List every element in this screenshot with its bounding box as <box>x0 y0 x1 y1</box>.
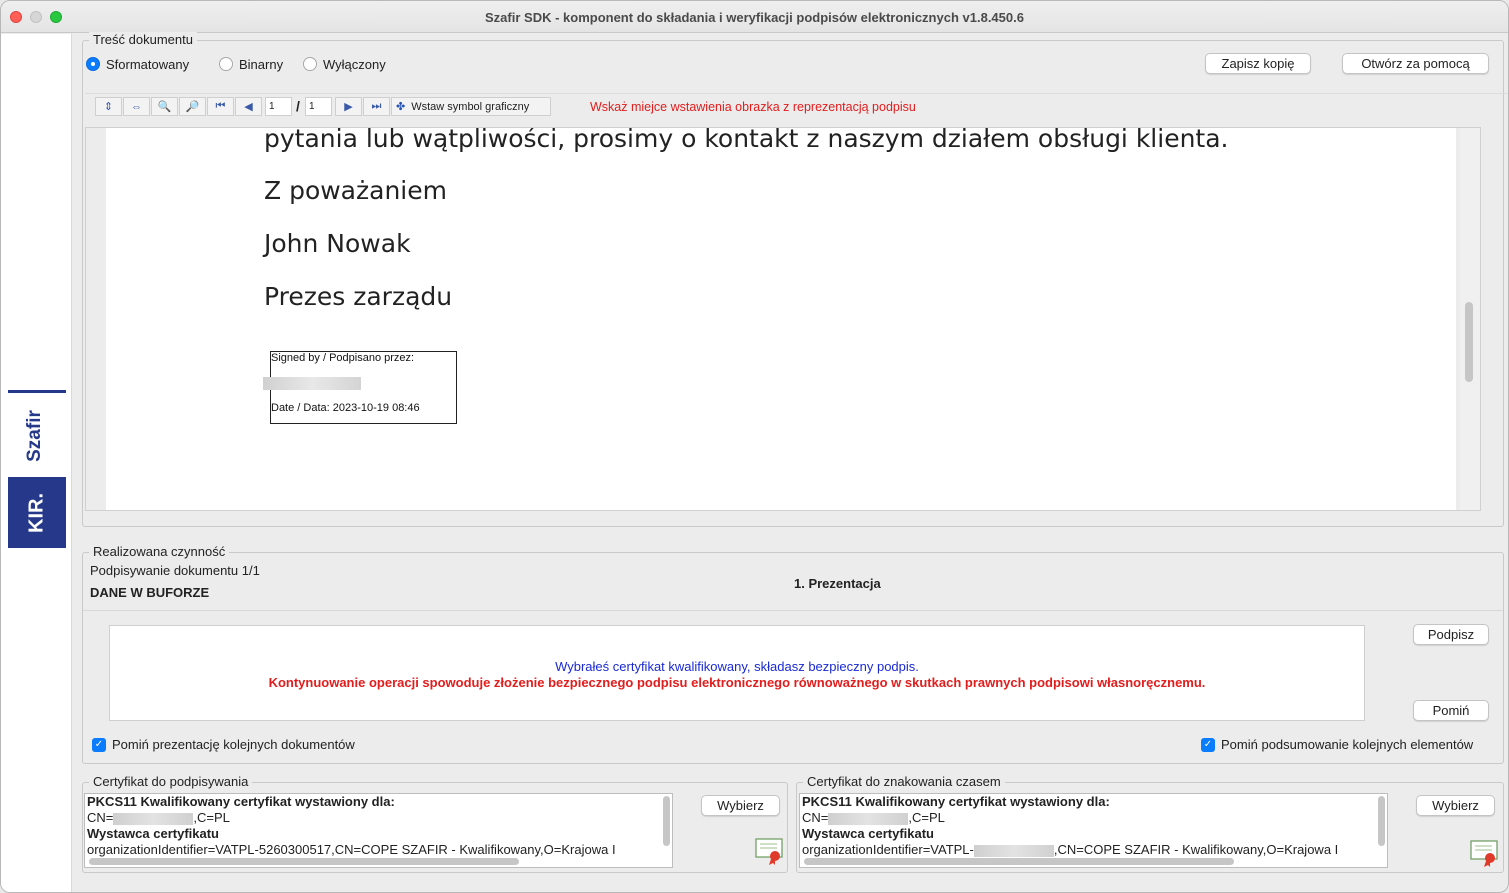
certificate-icon <box>755 838 783 865</box>
fit-height-icon[interactable]: ⇕ <box>95 97 122 116</box>
redacted-cn <box>113 812 194 825</box>
app-window: Szafir SDK - komponent do składania i we… <box>0 0 1509 893</box>
radio-selected-icon <box>86 57 100 71</box>
operation-label: Podpisywanie dokumentu 1/1 <box>90 563 260 578</box>
mode-binary-radio[interactable]: Binarny <box>219 56 283 72</box>
signature-signed-by: Signed by / Podpisano przez: <box>271 352 415 364</box>
total-pages-field: 1 <box>305 97 332 116</box>
first-page-icon[interactable]: ⏮ <box>207 97 234 116</box>
szafir-logo: Szafir <box>24 410 45 462</box>
page-separator: / <box>296 98 300 114</box>
mode-disabled-radio[interactable]: Wyłączony <box>303 56 386 72</box>
previous-page-icon[interactable]: ◀ <box>235 97 262 116</box>
document-toolbar: ⇕ ⇔ 🔍 🔎 ⏮ ◀ 1 / 1 ▶ ⏭ ✤ Wstaw symbol gra… <box>85 93 1508 119</box>
document-text-line: Prezes zarządu <box>264 282 453 311</box>
skip-summary-checkbox[interactable]: ✓ Pomiń podsumowanie kolejnych elementów <box>1201 737 1473 752</box>
current-page-input[interactable]: 1 <box>265 97 292 116</box>
checkbox-label: Pomiń podsumowanie kolejnych elementów <box>1221 737 1474 752</box>
operation-group-title: Realizowana czynność <box>89 544 230 559</box>
redacted-cn <box>828 812 909 825</box>
document-scrollbar[interactable] <box>1460 128 1480 510</box>
radio-label: Sformatowany <box>106 56 190 72</box>
redacted-signer <box>263 377 361 390</box>
placement-hint: Wskaż miejce wstawienia obrazka z reprez… <box>590 100 916 114</box>
cert-line: PKCS11 Kwalifikowany certyfikat wystawio… <box>802 794 1110 809</box>
insert-symbol-button[interactable]: ✤ Wstaw symbol graficzny <box>391 97 551 116</box>
mode-formatted-radio[interactable]: Sformatowany <box>86 56 189 72</box>
sidebar: Szafir KIR. <box>1 34 72 892</box>
buffer-label: DANE W BUFORZE <box>90 585 210 600</box>
fit-width-icon[interactable]: ⇔ <box>123 97 150 116</box>
zoom-in-icon[interactable]: 🔎 <box>179 97 206 116</box>
redacted-vat <box>973 844 1054 857</box>
cert-issuer-line: organizationIdentifier=VATPL- ,CN=COPE SZ… <box>802 842 1339 857</box>
info-message: Wybrałeś certyfikat kwalifikowany, skład… <box>555 659 919 674</box>
radio-label: Wyłączony <box>323 56 386 72</box>
scrollbar-thumb[interactable] <box>1465 302 1473 382</box>
radio-icon <box>303 57 317 71</box>
symbol-icon: ✤ <box>396 101 406 113</box>
signing-certificate-title: Certyfikat do podpisywania <box>89 774 253 789</box>
signature-date: Date / Data: 2023-10-19 08:46 <box>271 402 420 414</box>
document-preview[interactable]: pytania lub wątpliwości, prosimy o konta… <box>85 127 1481 511</box>
title-bar: Szafir SDK - komponent do składania i we… <box>1 1 1508 33</box>
kir-logo: KIR. <box>8 477 66 548</box>
cert-issuer-line: organizationIdentifier=VATPL-5260300517,… <box>87 842 616 857</box>
document-group-title: Treść dokumentu <box>89 32 197 47</box>
cert-horizontal-scrollbar[interactable] <box>89 858 519 865</box>
radio-label: Binarny <box>239 56 284 72</box>
divider <box>83 610 1503 611</box>
radio-icon <box>219 57 233 71</box>
cert-vertical-scrollbar[interactable] <box>1378 796 1385 846</box>
document-text-line: pytania lub wątpliwości, prosimy o konta… <box>264 127 1229 153</box>
cert-cn-line: CN= ,C=PL <box>802 810 945 825</box>
last-page-icon[interactable]: ⏭ <box>363 97 390 116</box>
cert-line: PKCS11 Kwalifikowany certyfikat wystawio… <box>87 794 395 809</box>
document-text-line: John Nowak <box>264 229 411 258</box>
skip-presentation-checkbox[interactable]: ✓ Pomiń prezentację kolejnych dokumentów <box>92 737 355 752</box>
timestamp-certificate-list[interactable]: PKCS11 Kwalifikowany certyfikat wystawio… <box>799 793 1388 868</box>
window-title: Szafir SDK - komponent do składania i we… <box>485 10 1024 25</box>
cert-cn-line: CN= ,C=PL <box>87 810 230 825</box>
certificate-icon <box>1470 840 1498 867</box>
checkmark-icon: ✓ <box>1201 737 1215 752</box>
timestamp-certificate-title: Certyfikat do znakowania czasem <box>803 774 1005 789</box>
signing-certificate-list[interactable]: PKCS11 Kwalifikowany certyfikat wystawio… <box>84 793 673 868</box>
save-copy-button[interactable]: Zapisz kopię <box>1205 53 1311 74</box>
insert-symbol-label: Wstaw symbol graficzny <box>411 100 530 113</box>
checkmark-icon: ✓ <box>92 737 106 752</box>
sign-button[interactable]: Podpisz <box>1413 624 1489 645</box>
skip-button[interactable]: Pomiń <box>1413 700 1489 721</box>
logo-divider <box>8 390 66 393</box>
choose-timestamp-cert-button[interactable]: Wybierz <box>1416 795 1495 816</box>
checkbox-label: Pomiń prezentację kolejnych dokumentów <box>112 737 355 752</box>
open-with-button[interactable]: Otwórz za pomocą <box>1342 53 1489 74</box>
warning-message: Kontynuowanie operacji spowoduje złożeni… <box>268 675 1206 690</box>
document-text-line: Z poważaniem <box>264 176 447 205</box>
message-panel: Wybrałeś certyfikat kwalifikowany, skład… <box>109 625 1365 721</box>
cert-vertical-scrollbar[interactable] <box>663 796 670 846</box>
cert-line: Wystawca certyfikatu <box>87 826 219 841</box>
choose-signing-cert-button[interactable]: Wybierz <box>701 795 780 816</box>
document-page: pytania lub wątpliwości, prosimy o konta… <box>106 127 1456 510</box>
next-page-icon[interactable]: ▶ <box>335 97 362 116</box>
zoom-out-icon[interactable]: 🔍 <box>151 97 178 116</box>
cert-line: Wystawca certyfikatu <box>802 826 934 841</box>
cert-horizontal-scrollbar[interactable] <box>804 858 1234 865</box>
signature-box: Signed by / Podpisano przez: Date / Data… <box>263 351 457 424</box>
step-label: 1. Prezentacja <box>794 576 881 591</box>
